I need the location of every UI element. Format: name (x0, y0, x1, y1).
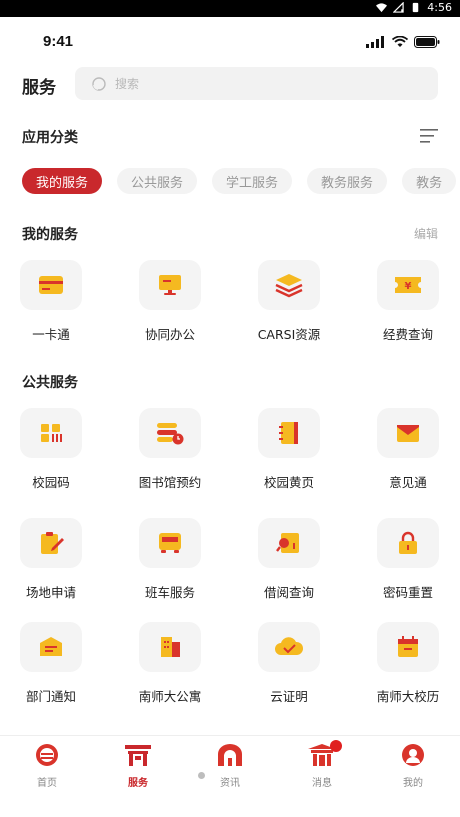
service-campus-code[interactable]: 校园码 (0, 408, 106, 491)
chip-student-affairs[interactable]: 学工服务 (212, 168, 293, 194)
tab-home[interactable]: 首页 (7, 742, 87, 789)
gate-icon (125, 745, 151, 766)
notebook-icon (279, 422, 298, 444)
tab-profile[interactable]: 我的 (373, 742, 453, 789)
calendar-icon (398, 636, 418, 657)
monitor-icon (159, 275, 181, 295)
service-venue[interactable]: 场地申请 (0, 518, 106, 601)
bus-icon (159, 533, 181, 553)
service-carsi[interactable]: CARSI资源 (234, 260, 344, 343)
app-status-time: 9:41 (43, 33, 74, 50)
building-icon (161, 637, 180, 657)
service-yellow-pages[interactable]: 校园黄页 (234, 408, 344, 491)
book-search-icon (276, 533, 299, 553)
category-title: 应用分类 (22, 130, 78, 146)
notice-envelope-icon (40, 637, 62, 656)
library-clock-icon (157, 423, 184, 445)
bottom-tab-bar: 首页 服务 资讯 消息 我的 (0, 735, 460, 817)
my-services-title: 我的服务 (22, 227, 78, 243)
service-office[interactable]: 协同办公 (115, 260, 225, 343)
category-chips: 我的服务 公共服务 学工服务 教务服务 教务 (22, 168, 460, 194)
service-calendar[interactable]: 南师大校历 (353, 622, 460, 705)
tab-messages[interactable]: 消息 (282, 740, 362, 789)
service-password[interactable]: 密码重置 (353, 518, 460, 601)
service-library[interactable]: 图书馆预约 (115, 408, 225, 491)
svg-text:¥: ¥ (405, 281, 412, 292)
service-shuttle[interactable]: 班车服务 (115, 518, 225, 601)
layers-icon (275, 274, 303, 298)
service-cloud-cert[interactable]: 云证明 (234, 622, 344, 705)
edit-button[interactable]: 编辑 (414, 225, 438, 242)
system-status-bar: 4:56 (0, 0, 460, 17)
service-apartment[interactable]: 南师大公寓 (115, 622, 225, 705)
chip-public-services[interactable]: 公共服务 (117, 168, 198, 194)
grid-code-icon (41, 424, 62, 442)
lock-icon (399, 531, 417, 554)
arch-icon (218, 744, 242, 766)
cell-signal-icon (366, 36, 384, 48)
wifi-icon (376, 3, 388, 13)
home-emblem-icon (36, 744, 58, 766)
service-dept-notice[interactable]: 部门通知 (0, 622, 106, 705)
clipboard-pen-icon (41, 532, 64, 554)
mail-icon (397, 425, 419, 442)
tab-services[interactable]: 服务 (98, 742, 178, 789)
menu-icon[interactable] (420, 129, 438, 143)
battery-icon (413, 2, 419, 13)
battery-icon (414, 36, 440, 48)
system-time: 4:56 (427, 1, 452, 14)
indicator-dot (198, 772, 205, 779)
profile-seal-icon (402, 744, 424, 766)
page-title: 服务 (22, 78, 56, 98)
signal-icon (393, 2, 404, 13)
app-status-bar: 9:41 (0, 17, 460, 67)
search-input[interactable]: 搜索 (75, 67, 438, 100)
service-borrow[interactable]: 借阅查询 (234, 518, 344, 601)
message-badge (330, 740, 342, 752)
cloud-check-icon (275, 637, 304, 655)
search-placeholder: 搜索 (115, 77, 140, 91)
search-icon (92, 76, 106, 91)
public-services-title: 公共服务 (22, 375, 78, 391)
chip-academic-affairs[interactable]: 教务服务 (307, 168, 388, 194)
chip-academic-more[interactable]: 教务 (402, 168, 457, 194)
tab-news[interactable]: 资讯 (190, 742, 270, 789)
wifi-icon (392, 36, 408, 47)
service-feedback[interactable]: 意见通 (353, 408, 460, 491)
card-icon (39, 276, 63, 294)
chip-my-services[interactable]: 我的服务 (22, 168, 103, 194)
service-card[interactable]: 一卡通 (0, 260, 106, 343)
yuan-ticket-icon: ¥ (395, 277, 421, 293)
service-funds[interactable]: ¥ 经费查询 (353, 260, 460, 343)
page-header: 服务 搜索 (0, 67, 460, 101)
